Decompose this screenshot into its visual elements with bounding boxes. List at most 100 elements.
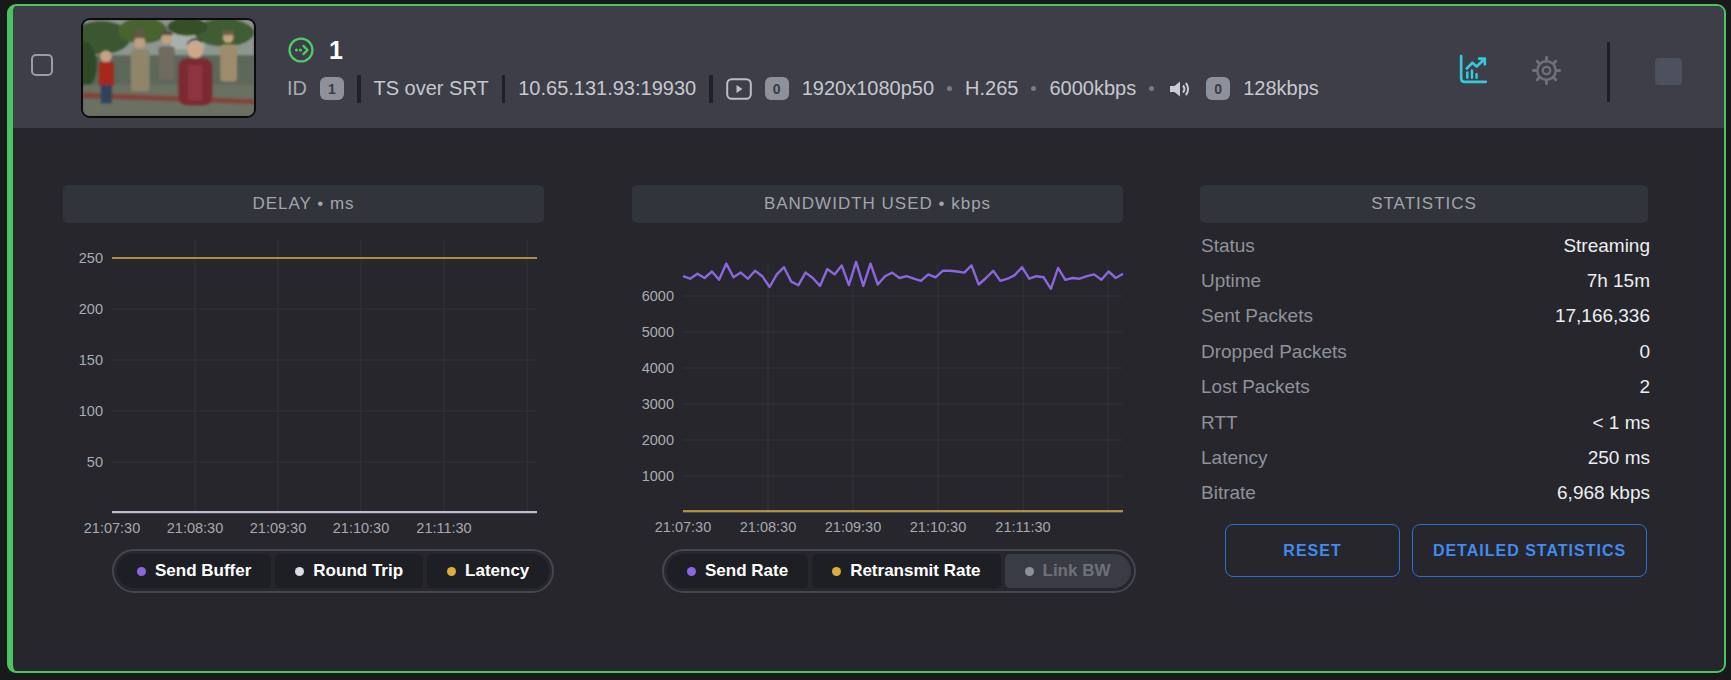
- legend-label: Send Rate: [705, 561, 788, 581]
- video-format-label: 1920x1080p50: [802, 77, 934, 100]
- stream-title-row: 1: [287, 35, 343, 65]
- legend-item-send-buffer[interactable]: Send Buffer: [117, 554, 271, 588]
- video-bitrate-label: 6000kbps: [1049, 77, 1136, 100]
- id-badge: 1: [320, 77, 344, 100]
- svg-text:21:07:30: 21:07:30: [84, 520, 140, 536]
- stat-row-lost-packets: Lost Packets 2: [1201, 370, 1650, 405]
- stream-card: 1 ID 1 TS over SRT 10.65.131.93:19930 0 …: [7, 4, 1726, 673]
- stream-details-row: ID 1 TS over SRT 10.65.131.93:19930 0 19…: [287, 74, 1319, 103]
- stat-value: < 1 ms: [1592, 412, 1650, 434]
- header-divider: [1607, 42, 1610, 102]
- protocol-label: TS over SRT: [374, 77, 489, 100]
- stat-label: Dropped Packets: [1201, 341, 1347, 363]
- dot-separator: [1031, 86, 1036, 91]
- statistics-table: Status Streaming Uptime 7h 15m Sent Packets1…: [1201, 228, 1650, 511]
- stat-row-rtt: RTT < 1 ms: [1201, 405, 1650, 440]
- stat-label: Lost Packets: [1201, 376, 1310, 398]
- stat-value: 250 ms: [1588, 447, 1650, 469]
- svg-text:150: 150: [79, 352, 103, 368]
- stat-row-sent-packets: Sent Packets17,166,336: [1201, 299, 1650, 334]
- stream-monitor-page: 1 ID 1 TS over SRT 10.65.131.93:19930 0 …: [0, 0, 1731, 680]
- svg-text:1000: 1000: [642, 468, 674, 484]
- stop-button[interactable]: [1655, 58, 1682, 85]
- divider: [357, 75, 361, 103]
- svg-text:21:09:30: 21:09:30: [825, 519, 881, 535]
- stream-select-checkbox[interactable]: [31, 54, 53, 76]
- legend-item-latency[interactable]: Latency: [427, 554, 549, 588]
- reset-button[interactable]: RESET: [1225, 524, 1400, 577]
- chart-icon: [1456, 52, 1491, 87]
- delay-chart-legend: Send Buffer Round Trip Latency: [112, 549, 554, 593]
- legend-dot: [137, 567, 146, 576]
- settings-button[interactable]: [1528, 52, 1565, 93]
- bandwidth-chart: 10002000300040005000600021:07:3021:08:30…: [632, 228, 1132, 543]
- dot-separator: [1149, 86, 1154, 91]
- legend-item-send-rate[interactable]: Send Rate: [667, 554, 808, 588]
- dot-separator: [947, 86, 952, 91]
- stream-thumbnail[interactable]: [81, 18, 256, 118]
- legend-label: Latency: [465, 561, 529, 581]
- stat-row-dropped-packets: Dropped Packets0: [1201, 334, 1650, 369]
- statistics-buttons: RESET DETAILED STATISTICS: [1225, 524, 1647, 577]
- svg-text:21:11:30: 21:11:30: [416, 520, 471, 536]
- legend-dot: [687, 567, 696, 576]
- legend-dot: [832, 567, 841, 576]
- legend-dot: [447, 567, 456, 576]
- address-label: 10.65.131.93:19930: [518, 77, 696, 100]
- stream-header: 1 ID 1 TS over SRT 10.65.131.93:19930 0 …: [13, 6, 1724, 128]
- stat-value: 2: [1639, 376, 1650, 398]
- audio-track-badge: 0: [1206, 77, 1230, 100]
- statistics-toggle-button[interactable]: [1456, 52, 1491, 91]
- legend-item-link-bw[interactable]: Link BW: [1005, 554, 1131, 588]
- bandwidth-chart-title: BANDWIDTH USED • kbps: [632, 185, 1123, 223]
- legend-label: Round Trip: [313, 561, 403, 581]
- legend-dot: [1025, 567, 1034, 576]
- stat-label: Bitrate: [1201, 482, 1256, 504]
- svg-text:2000: 2000: [642, 432, 674, 448]
- legend-label: Retransmit Rate: [850, 561, 980, 581]
- video-codec-label: H.265: [965, 77, 1018, 100]
- svg-text:6000: 6000: [642, 288, 674, 304]
- svg-text:4000: 4000: [642, 360, 674, 376]
- stat-value: Streaming: [1563, 235, 1650, 257]
- svg-text:21:10:30: 21:10:30: [333, 520, 389, 536]
- audio-icon: [1167, 78, 1193, 100]
- legend-dot: [295, 567, 304, 576]
- statistics-title: STATISTICS: [1200, 185, 1648, 223]
- divider: [709, 75, 713, 103]
- stat-value: 17,166,336: [1555, 305, 1650, 327]
- svg-text:21:07:30: 21:07:30: [655, 519, 711, 535]
- stat-label: Status: [1201, 235, 1255, 257]
- stat-value: 7h 15m: [1587, 270, 1650, 292]
- stat-value: 6,968 kbps: [1557, 482, 1650, 504]
- thumbnail-scene: [83, 20, 254, 116]
- svg-text:50: 50: [87, 454, 103, 470]
- id-label: ID: [287, 77, 307, 100]
- bandwidth-chart-legend: Send Rate Retransmit Rate Link BW: [662, 549, 1136, 593]
- delay-chart-title: DELAY • ms: [63, 185, 544, 223]
- audio-bitrate-label: 128kbps: [1243, 77, 1319, 100]
- stat-label: Uptime: [1201, 270, 1261, 292]
- svg-text:21:08:30: 21:08:30: [740, 519, 796, 535]
- svg-text:21:10:30: 21:10:30: [910, 519, 966, 535]
- svg-text:5000: 5000: [642, 324, 674, 340]
- stat-label: Latency: [1201, 447, 1268, 469]
- legend-item-retransmit-rate[interactable]: Retransmit Rate: [812, 554, 1000, 588]
- svg-text:250: 250: [79, 250, 103, 266]
- stream-status-icon: [287, 36, 315, 64]
- stat-label: RTT: [1201, 412, 1238, 434]
- gear-icon: [1528, 52, 1565, 89]
- divider: [502, 75, 506, 103]
- svg-text:21:11:30: 21:11:30: [995, 519, 1050, 535]
- legend-item-round-trip[interactable]: Round Trip: [275, 554, 423, 588]
- detailed-statistics-button[interactable]: DETAILED STATISTICS: [1412, 524, 1647, 577]
- video-track-badge: 0: [765, 77, 789, 100]
- svg-text:21:08:30: 21:08:30: [167, 520, 223, 536]
- legend-label: Send Buffer: [155, 561, 251, 581]
- svg-text:100: 100: [79, 403, 103, 419]
- svg-text:200: 200: [79, 301, 103, 317]
- stream-number: 1: [329, 36, 343, 65]
- stat-row-status: Status Streaming: [1201, 228, 1650, 263]
- delay-chart: 5010015020025021:07:3021:08:3021:09:3021…: [63, 228, 563, 543]
- video-icon: [726, 78, 752, 100]
